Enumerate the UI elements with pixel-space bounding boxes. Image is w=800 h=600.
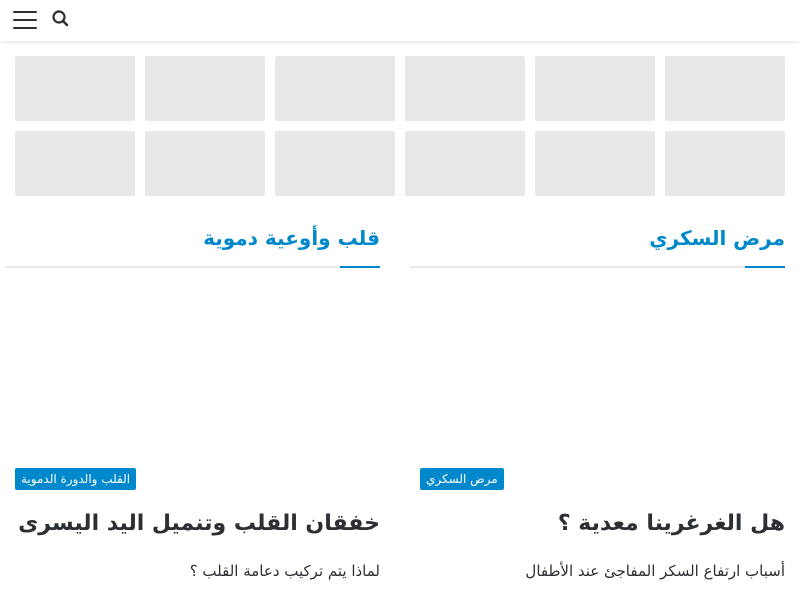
thumbnail-placeholder[interactable] bbox=[145, 131, 265, 196]
thumbnail-placeholder[interactable] bbox=[275, 131, 395, 196]
post-excerpt: أسباب ارتفاع السكر المفاجئ عند الأطفال bbox=[525, 562, 785, 580]
thumbnail-placeholder[interactable] bbox=[145, 56, 265, 121]
thumbnail-placeholder[interactable] bbox=[15, 56, 135, 121]
post-excerpt: لماذا يتم تركيب دعامة القلب ؟ bbox=[189, 562, 380, 580]
section-accent-bar bbox=[340, 266, 380, 268]
thumbnail-placeholder[interactable] bbox=[405, 56, 525, 121]
section-divider bbox=[410, 266, 785, 268]
section-title[interactable]: قلب وأوعية دموية bbox=[5, 222, 380, 254]
thumbnail-placeholder[interactable] bbox=[275, 56, 395, 121]
thumbnail-placeholder[interactable] bbox=[405, 131, 525, 196]
thumbnail-placeholder[interactable] bbox=[15, 131, 135, 196]
section-divider bbox=[5, 266, 380, 268]
post-image[interactable] bbox=[410, 284, 785, 494]
section-title[interactable]: مرض السكري bbox=[410, 222, 785, 254]
search-icon[interactable] bbox=[50, 8, 72, 30]
thumbnail-placeholder[interactable] bbox=[535, 131, 655, 196]
category-badge[interactable]: مرض السكري bbox=[420, 468, 504, 490]
top-navbar bbox=[0, 0, 800, 41]
category-badge[interactable]: القلب والدورة الدموية bbox=[15, 468, 137, 490]
post-title[interactable]: هل الغرغرينا معدية ؟ bbox=[410, 505, 785, 543]
hamburger-menu-icon[interactable] bbox=[13, 11, 37, 31]
post-image[interactable] bbox=[5, 284, 380, 494]
thumbnail-placeholder[interactable] bbox=[665, 131, 785, 196]
thumbnail-placeholder[interactable] bbox=[665, 56, 785, 121]
section-accent-bar bbox=[745, 266, 785, 268]
thumbnail-placeholder[interactable] bbox=[535, 56, 655, 121]
post-title[interactable]: خفقان القلب وتنميل اليد اليسرى bbox=[5, 505, 380, 543]
